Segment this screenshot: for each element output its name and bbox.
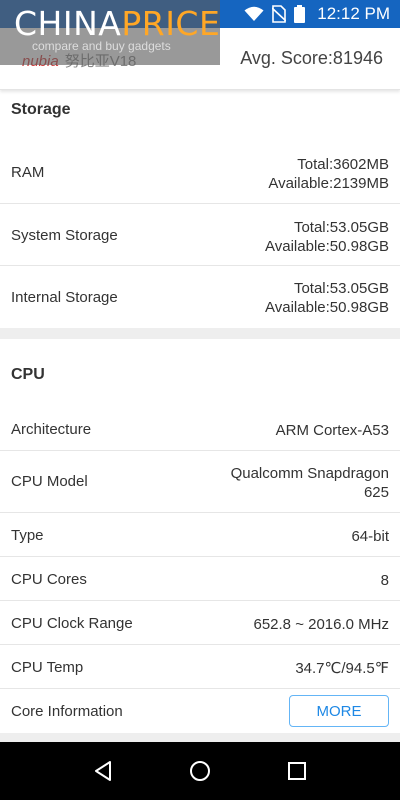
cpu-row-type: Type 64-bit [0,513,400,557]
row-value: Total:53.05GB Available:50.98GB [265,279,389,317]
row-value: 34.7℃/94.5℉ [295,660,389,677]
row-label: CPU Temp [11,659,84,676]
value-line: 625 [363,484,389,501]
row-value: ARM Cortex-A53 [275,422,389,439]
wifi-icon [244,6,264,22]
watermark-title-part1: CHINA [14,4,122,43]
row-label: Core Information [11,703,123,720]
avg-score: Avg. Score:81946 [240,48,383,68]
total-value: Total:53.05GB [293,219,389,236]
navigation-bar [0,742,400,800]
row-label: System Storage [11,227,118,244]
watermark-logo: CHINAPRICE compare and buy gadgets [0,0,220,65]
section-divider [0,733,400,742]
row-label: Architecture [11,421,92,438]
row-value: 652.8 ~ 2016.0 MHz [253,616,389,633]
row-label: Internal Storage [11,289,118,306]
recents-icon[interactable] [277,751,317,791]
battery-icon [294,5,306,23]
storage-row-ram: RAM Total:3602MB Available:2139MB [0,142,400,204]
status-time: 12:12 PM [317,4,390,23]
cpu-section-title: CPU [11,366,45,383]
row-label: RAM [11,164,45,181]
cpu-row-architecture: Architecture ARM Cortex-A53 [0,406,400,451]
available-value: Available:2139MB [268,175,389,192]
no-sim-icon [272,5,287,23]
row-value: Total:3602MB Available:2139MB [268,155,389,193]
watermark-subtitle: compare and buy gadgets [32,39,171,53]
more-button[interactable]: MORE [289,695,389,727]
cpu-row-temp: CPU Temp 34.7℃/94.5℉ [0,645,400,689]
total-value: Total:3602MB [297,156,389,173]
home-icon[interactable] [180,751,220,791]
section-divider [0,328,400,339]
row-label: CPU Model [11,473,88,490]
row-value: Qualcomm Snapdragon 625 [231,464,389,502]
row-value: 64-bit [351,528,389,545]
cpu-row-core-info: Core Information MORE [0,689,400,733]
storage-row-system: System Storage Total:53.05GB Available:5… [0,204,400,266]
storage-row-internal: Internal Storage Total:53.05GB Available… [0,266,400,328]
row-label: CPU Cores [11,571,87,588]
row-label: CPU Clock Range [11,615,133,632]
available-value: Available:50.98GB [265,238,389,255]
total-value: Total:53.05GB [293,280,389,297]
watermark-title: CHINAPRICE [14,4,220,43]
back-icon[interactable] [83,751,123,791]
row-value: 8 [380,572,389,589]
cpu-row-cores: CPU Cores 8 [0,557,400,601]
available-value: Available:50.98GB [265,299,389,316]
storage-section-title: Storage [11,101,71,118]
value-line: Qualcomm Snapdragon [230,465,389,482]
cpu-row-clock-range: CPU Clock Range 652.8 ~ 2016.0 MHz [0,601,400,645]
cpu-row-model: CPU Model Qualcomm Snapdragon 625 [0,451,400,513]
row-value: Total:53.05GB Available:50.98GB [265,218,389,256]
row-label: Type [11,527,44,544]
watermark-title-part2: PRICE [121,4,221,43]
